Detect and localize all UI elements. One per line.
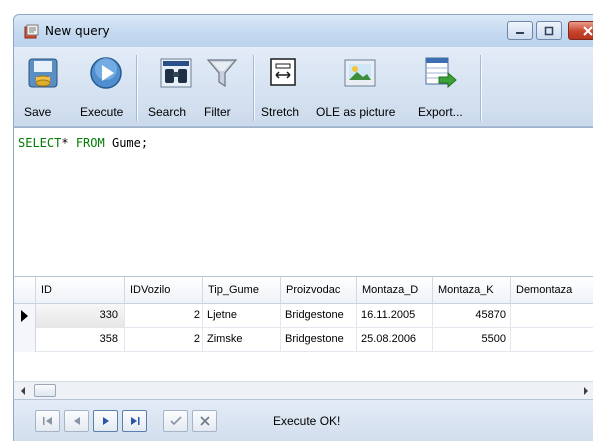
next-record-icon: [102, 417, 109, 425]
minimize-button[interactable]: [507, 21, 533, 40]
cell-montaza-d[interactable]: 16.11.2005: [357, 304, 433, 328]
app-icon: [24, 24, 39, 39]
results-grid[interactable]: ID IDVozilo Tip_Gume Proizvodac Montaza_…: [13, 277, 593, 381]
status-message: Execute OK!: [273, 414, 341, 428]
execute-button[interactable]: Execute: [62, 47, 123, 127]
window-title: New query: [45, 24, 110, 38]
save-button[interactable]: Save: [20, 47, 60, 127]
toolbar-separator: [253, 55, 254, 121]
column-header-id[interactable]: ID: [36, 277, 125, 304]
row-indicator[interactable]: [14, 328, 36, 352]
scrollbar-thumb[interactable]: [34, 384, 56, 397]
column-header-montaza-k[interactable]: Montaza_K: [433, 277, 511, 304]
cancel-edit-button[interactable]: [192, 410, 217, 432]
execute-play-icon: [90, 57, 122, 89]
save-label: Save: [24, 105, 52, 119]
cell-tip-gume[interactable]: Ljetne: [203, 304, 281, 328]
cell-id[interactable]: 330: [36, 304, 125, 328]
column-header-idvozilo[interactable]: IDVozilo: [125, 277, 203, 304]
search-label: Search: [148, 105, 187, 119]
search-button[interactable]: Search: [144, 47, 196, 127]
binoculars-search-icon: [160, 58, 192, 88]
horizontal-scrollbar[interactable]: [13, 381, 593, 399]
scroll-right-button[interactable]: [577, 382, 593, 399]
save-database-icon: [28, 58, 58, 88]
prior-record-button[interactable]: [64, 410, 89, 432]
grid-header: ID IDVozilo Tip_Gume Proizvodac Montaza_…: [14, 277, 593, 304]
table-row[interactable]: 358 2 Zimske Bridgestone 25.08.2006 5500: [14, 328, 593, 352]
row-indicator[interactable]: [14, 304, 36, 328]
first-record-button[interactable]: [35, 410, 60, 432]
funnel-filter-icon: [206, 59, 238, 88]
prior-record-icon: [73, 417, 80, 425]
export-button[interactable]: Export...: [414, 47, 474, 127]
sql-keyword-select: SELECT: [18, 136, 62, 150]
cell-demontaza[interactable]: [511, 304, 593, 328]
arrow-left-icon: [20, 386, 25, 395]
cell-proizvodac[interactable]: Bridgestone: [281, 304, 357, 328]
minimize-icon: [516, 31, 524, 34]
cell-tip-gume[interactable]: Zimske: [203, 328, 281, 352]
query-window: New query Save Execute Search Filter Str…: [0, 0, 593, 441]
table-row[interactable]: 330 2 Ljetne Bridgestone 16.11.2005 4587…: [14, 304, 593, 328]
cell-montaza-d[interactable]: 25.08.2006: [357, 328, 433, 352]
toolbar-separator: [136, 55, 137, 121]
filter-button[interactable]: Filter: [202, 47, 246, 127]
record-navigator: Execute OK!: [13, 399, 593, 441]
sql-table-name: Gume;: [111, 136, 149, 150]
post-edit-button[interactable]: [163, 410, 188, 432]
maximize-icon: [544, 26, 554, 35]
export-grid-icon: [425, 57, 457, 89]
export-label: Export...: [418, 105, 463, 119]
execute-label: Execute: [80, 105, 124, 119]
close-button[interactable]: [568, 21, 593, 40]
last-record-button[interactable]: [122, 410, 147, 432]
toolbar-separator: [480, 55, 481, 121]
cell-idvozilo[interactable]: 2: [125, 328, 203, 352]
column-header-montaza-d[interactable]: Montaza_D: [357, 277, 433, 304]
stretch-button[interactable]: Stretch: [260, 47, 312, 127]
sql-star: *: [61, 136, 69, 150]
scroll-left-button[interactable]: [14, 382, 31, 399]
cell-id[interactable]: 358: [36, 328, 125, 352]
header-indicator: [14, 277, 36, 304]
arrow-right-icon: [583, 386, 588, 395]
sql-editor[interactable]: SELECT* FROM Gume;: [13, 127, 593, 277]
title-bar[interactable]: New query: [13, 14, 593, 47]
stretch-icon: [270, 58, 296, 86]
filter-label: Filter: [204, 105, 231, 119]
stretch-label: Stretch: [261, 105, 300, 119]
next-record-button[interactable]: [93, 410, 118, 432]
ole-as-picture-label: OLE as picture: [316, 105, 396, 119]
cell-montaza-k[interactable]: 5500: [433, 328, 511, 352]
picture-icon: [344, 59, 376, 87]
last-record-icon: [130, 417, 139, 425]
column-header-demontaza[interactable]: Demontaza: [511, 277, 593, 304]
checkmark-icon: [169, 416, 182, 426]
close-icon: [583, 25, 593, 36]
cell-demontaza[interactable]: [511, 328, 593, 352]
column-header-proizvodac[interactable]: Proizvodac: [281, 277, 357, 304]
maximize-button[interactable]: [536, 21, 562, 40]
sql-statement: SELECT* FROM Gume;: [18, 136, 148, 150]
column-header-tip-gume[interactable]: Tip_Gume: [203, 277, 281, 304]
cancel-x-icon: [199, 416, 210, 426]
ole-as-picture-button[interactable]: OLE as picture: [314, 47, 410, 127]
cell-montaza-k[interactable]: 45870: [433, 304, 511, 328]
first-record-icon: [42, 417, 52, 425]
toolbar: Save Execute Search Filter Stretch OLE a…: [13, 47, 593, 127]
current-row-pointer-icon: [21, 310, 28, 322]
cell-proizvodac[interactable]: Bridgestone: [281, 328, 357, 352]
sql-keyword-from: FROM: [75, 136, 105, 150]
cell-idvozilo[interactable]: 2: [125, 304, 203, 328]
